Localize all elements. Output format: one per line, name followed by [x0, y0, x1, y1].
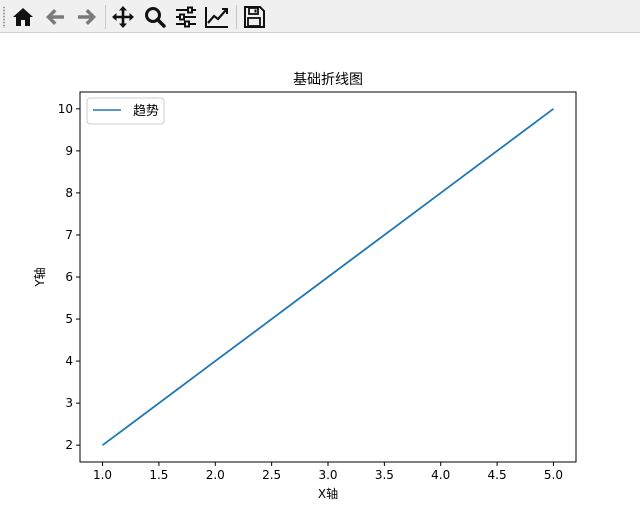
- x-tick-label: 3.5: [375, 468, 394, 482]
- back-button[interactable]: [42, 3, 68, 31]
- home-icon: [13, 8, 33, 26]
- toolbar-separator: [236, 5, 237, 29]
- edit-axis-button[interactable]: [204, 3, 230, 31]
- y-tick-label: 4: [65, 354, 73, 368]
- y-tick-label: 9: [65, 144, 73, 158]
- x-tick-label: 2.0: [206, 468, 225, 482]
- x-tick-label: 3.0: [318, 468, 337, 482]
- y-tick-label: 7: [65, 228, 73, 242]
- y-tick-label: 3: [65, 396, 73, 410]
- pan-button[interactable]: [110, 3, 136, 31]
- legend-label: 趋势: [133, 103, 159, 119]
- x-tick-label: 5.0: [544, 468, 563, 482]
- legend[interactable]: 趋势: [86, 97, 165, 125]
- pan-icon: [112, 6, 134, 28]
- save-icon: [244, 6, 265, 28]
- home-button[interactable]: [10, 3, 36, 31]
- x-tick-label: 1.5: [149, 468, 168, 482]
- edit-axis-icon: [205, 7, 228, 28]
- forward-icon: [78, 9, 96, 25]
- figure-canvas[interactable]: 1.0 1.5 2.0 2.5 3.0 3.5 4.0 4.5 5.0 2 3 4 5 6 7 8 9 10 基础…: [0, 34, 640, 514]
- x-tick-label: 4.0: [431, 468, 450, 482]
- figure-window: 1.0 1.5 2.0 2.5 3.0 3.5 4.0 4.5 5.0 2 3 4 5 6 7 8 9 10 基础…: [0, 0, 640, 514]
- y-axis-label: Y轴: [32, 267, 47, 287]
- configure-subplots-button[interactable]: [173, 3, 199, 31]
- chart-title: 基础折线图: [293, 71, 363, 88]
- y-tick-label: 2: [65, 438, 73, 452]
- back-icon: [46, 9, 64, 25]
- line-chart[interactable]: 1.0 1.5 2.0 2.5 3.0 3.5 4.0 4.5 5.0 2 3 4 5 6 7 8 9 10 基础…: [0, 34, 640, 514]
- forward-button[interactable]: [74, 3, 100, 31]
- zoom-icon: [145, 7, 166, 28]
- x-tick-label: 4.5: [488, 468, 507, 482]
- y-tick-label: 8: [65, 186, 73, 200]
- configure-subplots-icon: [176, 6, 196, 28]
- x-axis-label: X轴: [318, 486, 338, 501]
- navigation-toolbar: [0, 0, 640, 33]
- y-tick-label: 10: [58, 102, 73, 116]
- save-button[interactable]: [241, 3, 267, 31]
- y-tick-label: 5: [65, 312, 73, 326]
- toolbar-separator: [105, 5, 106, 29]
- y-tick-label: 6: [65, 270, 73, 284]
- x-tick-label: 1.0: [93, 468, 112, 482]
- toolbar-grip[interactable]: [3, 6, 5, 28]
- zoom-button[interactable]: [142, 3, 168, 31]
- x-tick-label: 2.5: [262, 468, 281, 482]
